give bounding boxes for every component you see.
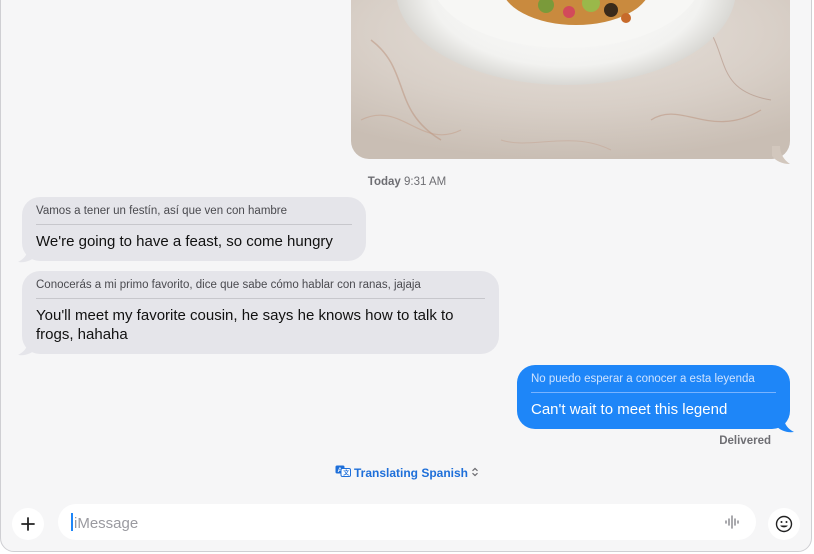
emoji-button[interactable] <box>768 508 800 540</box>
translated-text: You'll meet my favorite cousin, he says … <box>36 307 454 343</box>
translation-toggle[interactable]: A 文 Translating Spanish <box>0 465 814 480</box>
translated-text: Can't wait to meet this legend <box>531 401 728 418</box>
message-input-container <box>58 504 756 540</box>
up-down-chevron-icon <box>471 466 479 480</box>
bubble-tail <box>18 341 36 356</box>
original-text: Conocerás a mi primo favorito, dice que … <box>36 279 485 299</box>
bubble-tail <box>18 248 36 263</box>
message-timestamp: Today 9:31 AM <box>367 176 447 188</box>
add-attachment-button[interactable] <box>12 508 44 540</box>
translation-label: Translating Spanish <box>353 465 469 480</box>
bubble-tail <box>776 418 794 433</box>
emoji-icon <box>775 515 793 533</box>
message-input[interactable] <box>72 512 696 534</box>
incoming-message-bubble[interactable]: Conocerás a mi primo favorito, dice que … <box>22 271 499 354</box>
incoming-message-bubble[interactable]: Vamos a tener un festín, así que ven con… <box>22 197 366 261</box>
food-photo-image <box>351 0 790 159</box>
translate-icon: A 文 <box>335 465 354 480</box>
translated-text: We're going to have a feast, so come hun… <box>36 233 333 250</box>
plus-icon <box>21 517 35 531</box>
waveform-icon[interactable] <box>724 513 742 536</box>
message-composer <box>0 500 814 546</box>
photo-attachment[interactable] <box>351 0 790 159</box>
svg-text:文: 文 <box>342 469 350 477</box>
delivery-status: Delivered <box>719 435 771 447</box>
photo-bubble-tail <box>772 146 790 164</box>
original-text: No puedo esperar a conocer a esta leyend… <box>531 373 776 393</box>
outgoing-message-bubble[interactable]: No puedo esperar a conocer a esta leyend… <box>517 365 790 429</box>
original-text: Vamos a tener un festín, así que ven con… <box>36 205 352 225</box>
